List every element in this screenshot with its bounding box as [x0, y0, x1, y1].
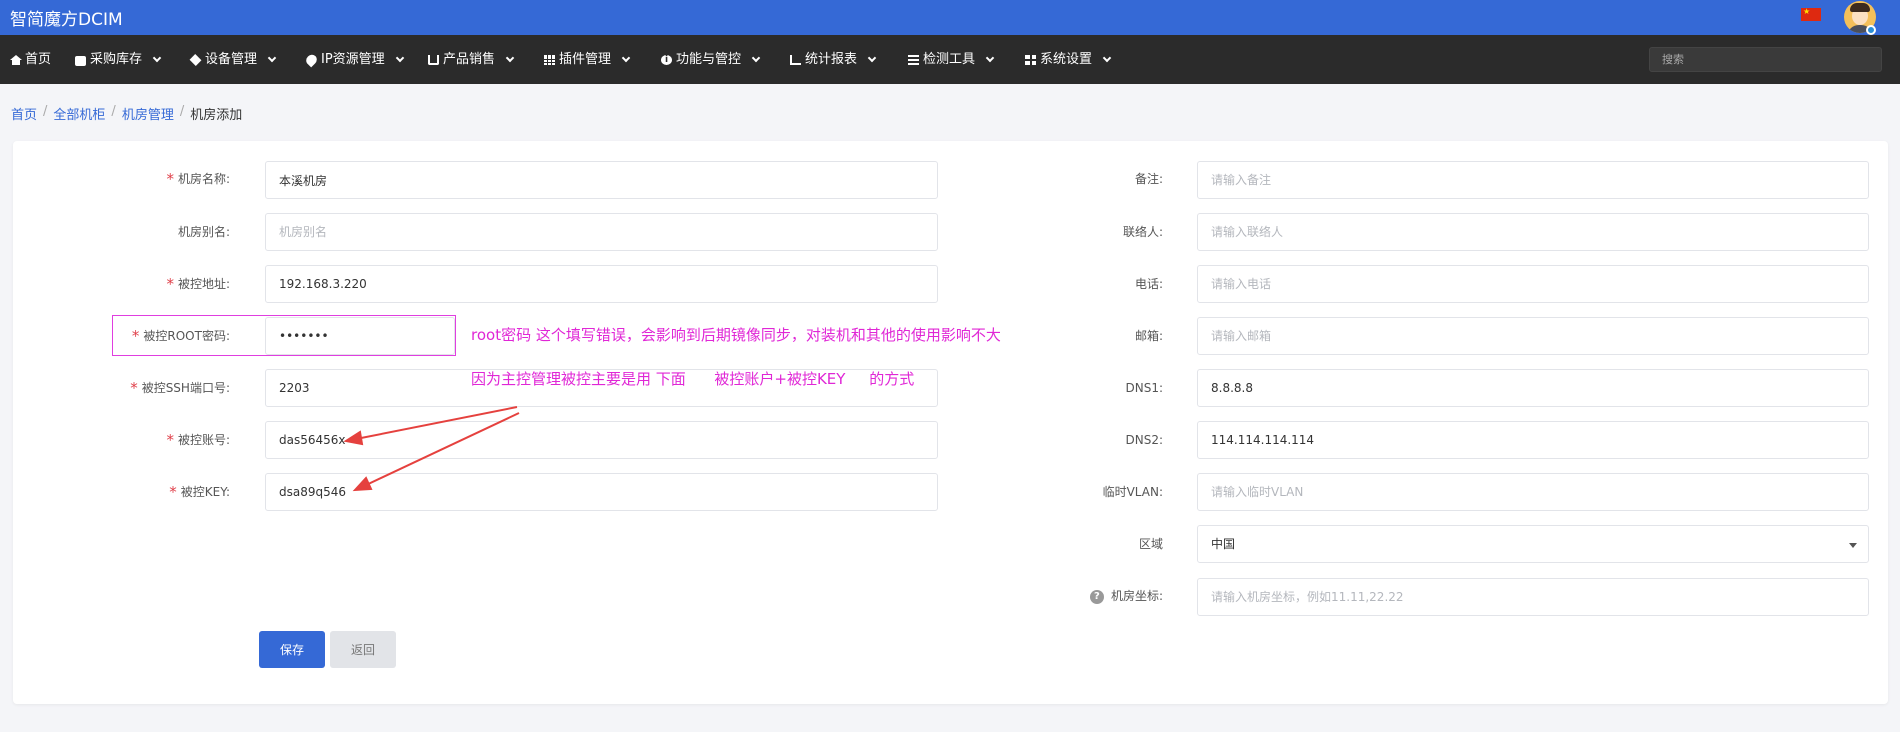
- arrow-head-account: [343, 430, 364, 446]
- arrow-head-key: [352, 476, 373, 492]
- arrow-to-account: [355, 406, 518, 440]
- arrow-to-key: [363, 412, 520, 487]
- annotation-arrows: [343, 406, 520, 492]
